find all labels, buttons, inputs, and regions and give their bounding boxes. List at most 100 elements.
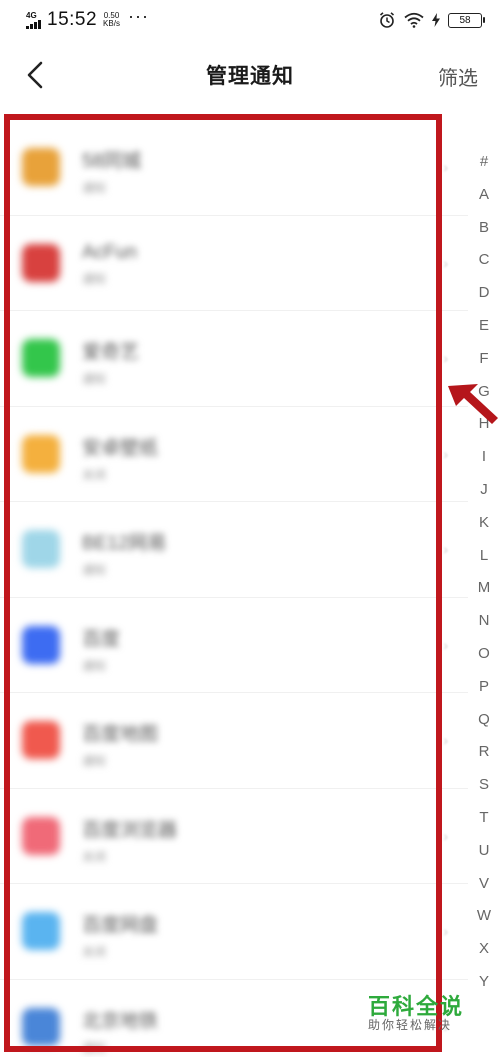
index-letter[interactable]: D [479, 277, 490, 310]
item-text: 百度网盘 关闭 [82, 910, 158, 960]
index-letter[interactable]: # [480, 146, 488, 179]
index-letter[interactable]: S [479, 769, 489, 802]
notification-status: 通知 [82, 372, 107, 386]
app-name: 百度地图 [82, 724, 159, 745]
app-header: 管理通知 筛选 [0, 40, 500, 110]
alarm-icon [379, 12, 395, 28]
app-icon [22, 816, 60, 855]
notification-status: 关闭 [82, 467, 107, 482]
index-letter[interactable]: K [479, 507, 489, 540]
item-text: BE12网易 通知 [82, 528, 166, 578]
index-letter[interactable]: R [479, 736, 490, 769]
list-item[interactable]: 百度网盘 关闭 › [0, 884, 468, 980]
status-right: 58 [378, 11, 485, 29]
app-icon [22, 148, 60, 186]
index-letter[interactable]: F [479, 343, 488, 376]
app-name: 百度浏览器 [82, 819, 178, 841]
signal-bars-icon [26, 19, 41, 29]
app-name: 58同城 [82, 151, 142, 172]
wifi-icon [404, 12, 424, 28]
chevron-right-icon: › [443, 636, 448, 653]
list-item[interactable]: BE12网易 通知 › [0, 502, 468, 598]
notification-status: 关闭 [82, 849, 107, 864]
app-icon [22, 912, 60, 950]
back-button[interactable] [20, 60, 50, 90]
index-letter[interactable]: N [479, 605, 490, 638]
app-icon [22, 434, 60, 473]
list-item[interactable]: 百度浏览器关闭 › [0, 789, 468, 884]
chevron-right-icon: › [443, 827, 448, 844]
list-item[interactable]: AcFun 通知 › [0, 216, 468, 311]
index-letter[interactable]: O [478, 638, 490, 671]
chevron-right-icon: › [443, 159, 448, 176]
index-letter[interactable]: E [479, 310, 489, 343]
app-name: 安卓壁纸 [82, 437, 159, 459]
battery-level: 58 [459, 14, 471, 26]
watermark-title: 百科全说 [368, 994, 465, 1019]
app-notification-list[interactable]: 58同城 通知 › AcFun 通知 › 爱奇艺 通知 › 安卓壁纸 关闭 › BE12网易 通知 › 百度通… [0, 120, 468, 1057]
more-notifications-icon: ··· [127, 5, 149, 26]
speed-unit: KB/s [103, 19, 120, 28]
index-letter[interactable]: U [479, 835, 490, 868]
app-name: 百度 [82, 628, 121, 650]
network-speed: 0.50 KB/s [103, 12, 120, 28]
chevron-right-icon: › [443, 350, 448, 367]
page-title: 管理通知 [206, 65, 294, 88]
item-text: 百度地图 通知 [82, 719, 158, 769]
watermark-subtitle: 助你轻松解决 [368, 1018, 453, 1032]
index-letter[interactable]: M [478, 572, 491, 605]
index-letter[interactable]: T [479, 802, 488, 835]
notification-status: 通知 [82, 271, 107, 286]
app-icon [22, 243, 60, 282]
item-text: 百度浏览器 关闭 [82, 815, 177, 865]
index-letter[interactable]: Q [478, 704, 490, 737]
list-item[interactable]: 安卓壁纸关闭 › [0, 407, 468, 502]
index-letter[interactable]: W [477, 900, 491, 933]
item-text: 安卓壁纸 关闭 [82, 433, 158, 483]
chevron-left-icon [27, 61, 43, 89]
app-icon [22, 530, 60, 568]
list-item[interactable]: 百度地图 通知 › [0, 693, 468, 789]
chevron-right-icon: › [443, 923, 448, 940]
item-text: 北京地铁 通知 [82, 1006, 158, 1056]
watermark: 百科全说 助你轻松解决 [368, 996, 492, 1057]
notification-status: 通知 [82, 658, 107, 673]
list-item[interactable]: 58同城 通知 › [0, 120, 468, 216]
filter-button[interactable]: 筛选 [438, 62, 478, 91]
alphabet-index[interactable]: # A B C D E F G H I J K L M N O P Q R S T U V W X Y [468, 146, 500, 999]
app-icon [22, 721, 60, 759]
clock: 15:52 [47, 9, 98, 30]
status-bar: 4G 15:52 0.50 KB/s ··· 58 [0, 0, 500, 40]
network-type: 4G [26, 10, 37, 20]
item-text: AcFun 通知 [82, 242, 137, 287]
chevron-right-icon: › [443, 732, 448, 749]
item-text: 百度 通知 [82, 624, 120, 674]
signal-indicator: 4G [26, 10, 41, 29]
index-letter[interactable]: X [479, 933, 489, 966]
index-letter[interactable]: B [479, 212, 489, 245]
index-letter[interactable]: J [480, 474, 488, 507]
app-icon [22, 625, 60, 664]
index-letter[interactable]: A [479, 179, 489, 212]
list-item[interactable]: 百度通知 › [0, 598, 468, 693]
app-name: 爱奇艺 [82, 342, 140, 363]
app-name: 北京地铁 [82, 1010, 159, 1032]
index-letter[interactable]: L [480, 540, 488, 573]
chevron-right-icon: › [443, 541, 448, 558]
index-letter[interactable]: P [479, 671, 489, 704]
annotation-arrow-icon [448, 384, 498, 424]
list-item[interactable]: 爱奇艺通知 › [0, 311, 468, 407]
chevron-right-icon: › [443, 445, 448, 462]
battery-icon: 58 [448, 12, 485, 28]
index-letter[interactable]: I [482, 441, 486, 474]
notification-status: 通知 [82, 1040, 107, 1055]
charging-icon [432, 13, 440, 27]
item-text: 爱奇艺 通知 [82, 337, 139, 387]
notification-status: 关闭 [82, 945, 107, 959]
index-letter[interactable]: Y [479, 966, 489, 999]
index-letter[interactable]: C [479, 244, 490, 277]
app-name: AcFun [82, 241, 137, 263]
app-name: BE12网易 [82, 533, 167, 554]
chevron-right-icon: › [443, 254, 448, 271]
index-letter[interactable]: V [479, 868, 489, 901]
